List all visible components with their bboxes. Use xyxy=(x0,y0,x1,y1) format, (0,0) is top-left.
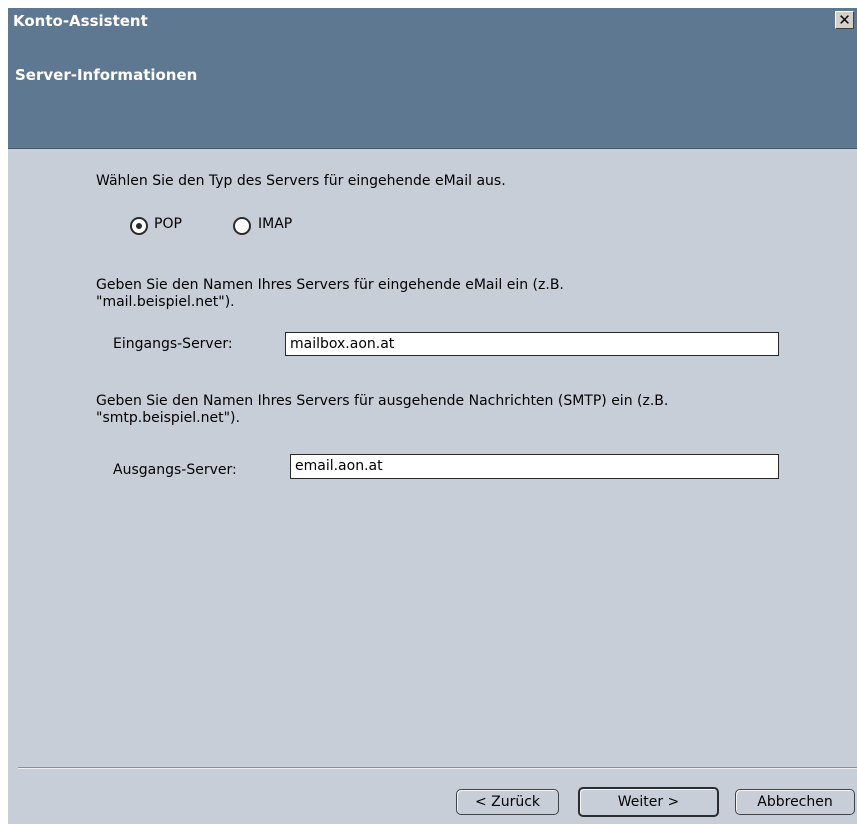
close-button[interactable]: ✕ xyxy=(835,11,854,29)
incoming-description-line1: Geben Sie den Namen Ihres Servers für ei… xyxy=(96,277,564,293)
incoming-server-label: Eingangs-Server: xyxy=(113,336,233,352)
outgoing-server-input[interactable]: email.aon.at xyxy=(290,454,779,479)
next-button[interactable]: Weiter > xyxy=(578,787,719,817)
server-type-prompt: Wählen Sie den Typ des Servers für einge… xyxy=(96,173,506,189)
radio-pop-circle[interactable] xyxy=(130,217,148,235)
outgoing-server-label: Ausgangs-Server: xyxy=(113,462,237,478)
page-title: Server-Informationen xyxy=(15,66,198,84)
window-title: Konto-Assistent xyxy=(13,12,148,30)
footer-separator-highlight xyxy=(18,768,857,769)
title-bar: Konto-Assistent ✕ xyxy=(8,8,857,34)
close-icon: ✕ xyxy=(838,11,851,29)
outgoing-description-line2: "smtp.beispiel.net"). xyxy=(96,410,240,426)
incoming-description-line2: "mail.beispiel.net"). xyxy=(96,294,235,310)
radio-pop-label[interactable]: POP xyxy=(154,216,182,233)
radio-imap-label[interactable]: IMAP xyxy=(258,216,292,233)
outgoing-description-line1: Geben Sie den Namen Ihres Servers für au… xyxy=(96,393,669,409)
cancel-button[interactable]: Abbrechen xyxy=(735,789,855,815)
radio-imap-circle[interactable] xyxy=(233,217,251,235)
back-button[interactable]: < Zurück xyxy=(456,789,559,815)
incoming-server-input[interactable]: mailbox.aon.at xyxy=(285,332,779,356)
radio-selected-dot xyxy=(136,223,142,229)
wizard-header: Server-Informationen xyxy=(8,34,857,149)
account-wizard-window: Konto-Assistent ✕ Server-Informationen W… xyxy=(8,8,857,824)
